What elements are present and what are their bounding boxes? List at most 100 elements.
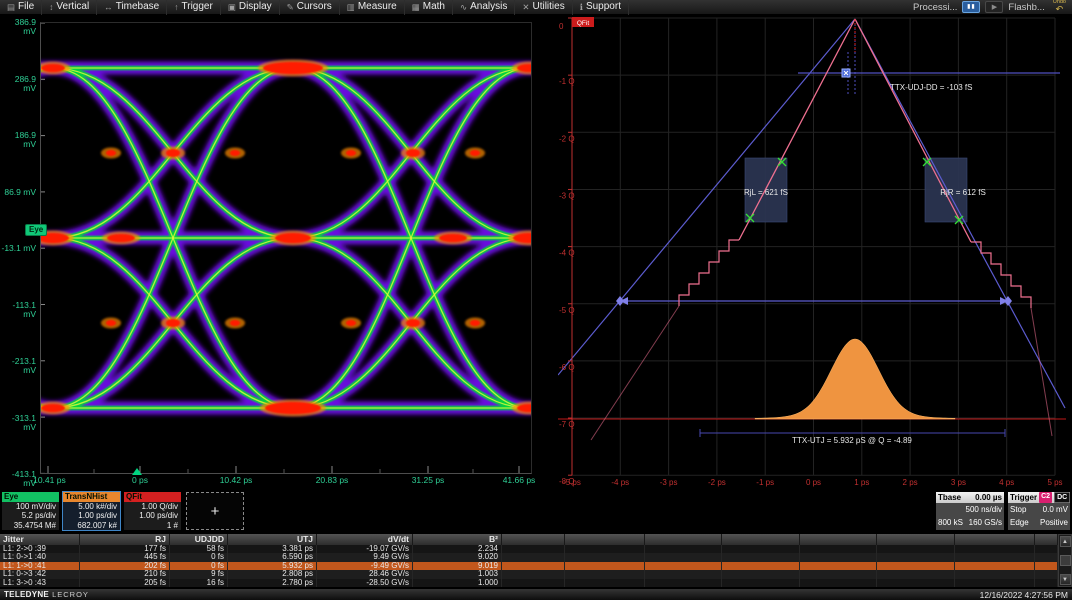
menu-cursors[interactable]: ✎Cursors [280, 0, 340, 15]
descriptor-box-transnhist[interactable]: TransNHist5.00 k#/div1.00 ps/div682.007 … [62, 491, 121, 531]
cell-empty [955, 579, 1035, 587]
cell: 2.234 [413, 545, 502, 553]
cell: -28.50 GV/s [317, 579, 413, 587]
descriptor-box-qfit[interactable]: QFit1.00 Q/div1.00 ps/div1 # [123, 491, 182, 531]
processing-button[interactable]: Processi... [913, 2, 957, 13]
menu-math[interactable]: ▦Math [405, 0, 453, 15]
undo-button[interactable]: Undo ↶ [1050, 0, 1069, 14]
menu-trigger[interactable]: ↑Trigger [167, 0, 221, 15]
descriptor-line: 1.00 Q/div [124, 502, 181, 511]
eye-y-label: 86.9 mV [0, 188, 36, 197]
undo-icon: ↶ [1056, 5, 1064, 14]
trigger-descriptor-box[interactable]: Trigger C2 DC Stop 0.0 mV Edge Positive [1007, 491, 1071, 531]
cell: L1: 1->0 :41 [0, 562, 80, 570]
jitter-x-label: 3 ps [951, 478, 966, 487]
column-header-empty [502, 534, 565, 545]
cell-empty [722, 579, 800, 587]
menu-timebase[interactable]: ↔Timebase [97, 0, 167, 15]
teledyne-lecroy-logo: TELEDYNELECROY [4, 590, 89, 599]
udj-annotation: TTX-UDJ-DD = -103 fS [890, 83, 972, 92]
cell-empty [502, 579, 565, 587]
flashback-button[interactable]: Flashb... [1008, 2, 1044, 13]
jitter-x-label: -3 ps [660, 478, 678, 487]
cell-empty [565, 579, 645, 587]
menu-display[interactable]: ▣Display [221, 0, 280, 15]
cell: 2.780 ps [228, 579, 317, 587]
cursors-menu-icon: ✎ [287, 3, 294, 12]
cell: 1.003 [413, 570, 502, 578]
eye-y-label: 386.9 mV [0, 18, 36, 36]
cell-empty [502, 545, 565, 553]
cell-empty [1035, 545, 1058, 553]
eye-x-label: 31.25 ps [396, 476, 460, 485]
table-row[interactable]: L1: 0->1 :40445 fs0 fs6.590 ps9.49 GV/s9… [0, 553, 1058, 561]
cell-empty [565, 553, 645, 561]
menu-measure[interactable]: ▥Measure [340, 0, 405, 15]
trigger-mode: Stop [1010, 503, 1026, 516]
descriptor-line: 100 mV/div [2, 502, 59, 511]
cell: 202 fs [80, 562, 170, 570]
cell-empty [877, 553, 955, 561]
cell-empty [645, 562, 722, 570]
descriptor-title: Eye [2, 492, 59, 502]
eye-x-label: 20.83 ps [300, 476, 364, 485]
add-trace-button[interactable]: + [186, 492, 244, 530]
brand-primary: TELEDYNE [4, 590, 49, 599]
scroll-down-button[interactable]: ▼ [1060, 574, 1071, 585]
column-header-udjdd[interactable]: UDJDD [170, 534, 228, 545]
trigger-position-marker[interactable] [132, 468, 142, 475]
menu-file[interactable]: ▤File [0, 0, 42, 15]
menu-item-label: Trigger [182, 2, 213, 12]
play-button[interactable]: ▶ [985, 1, 1003, 13]
table-row[interactable]: L1: 1->0 :41202 fs0 fs5.932 ps-9.49 GV/s… [0, 562, 1058, 570]
jitter-y-label: -2 Q [559, 134, 575, 143]
cell: 0 fs [170, 553, 228, 561]
cell-empty [1035, 570, 1058, 578]
eye-plot-svg [41, 23, 531, 473]
table-row[interactable]: L1: 2->0 :39177 fs58 fs3.381 ps-19.07 GV… [0, 545, 1058, 553]
timebase-descriptor-box[interactable]: Tbase 0.00 µs 500 ns/div 800 kS 160 GS/s [935, 491, 1005, 531]
jitter-y-label: -7 Q [559, 420, 575, 429]
pause-icon: ▮▮ [967, 4, 976, 10]
column-header-empty [1035, 534, 1058, 545]
column-header-empty [722, 534, 800, 545]
table-row[interactable]: L1: 0->3 :42210 fs9 fs2.808 ps28.46 GV/s… [0, 570, 1058, 578]
cell: 3.381 ps [228, 545, 317, 553]
jitter-x-label: -1 ps [756, 478, 774, 487]
cell-empty [1035, 562, 1058, 570]
column-header-dv-dt[interactable]: dV/dt [317, 534, 413, 545]
column-header-rj[interactable]: RJ [80, 534, 170, 545]
scroll-up-button[interactable]: ▲ [1060, 536, 1071, 547]
cell-empty [502, 570, 565, 578]
eye-plot[interactable] [40, 22, 532, 474]
pause-button[interactable]: ▮▮ [962, 1, 980, 13]
descriptor-box-eye[interactable]: Eye100 mV/div5.2 ps/div35.4754 M# [1, 491, 60, 531]
menu-item-label: Math [423, 2, 445, 12]
cell: 445 fs [80, 553, 170, 561]
jitter-y-label: -3 Q [559, 191, 575, 200]
eye-trace-badge[interactable]: Eye [25, 224, 47, 236]
cell-empty [645, 570, 722, 578]
table-row[interactable]: L1: 3->0 :43205 fs16 fs2.780 ps-28.50 GV… [0, 579, 1058, 587]
menu-vertical[interactable]: ↕Vertical [42, 0, 97, 15]
menu-analysis[interactable]: ∿Analysis [453, 0, 515, 15]
menu-item-label: Utilities [532, 2, 564, 12]
plus-icon: + [211, 503, 220, 520]
cell-empty [565, 562, 645, 570]
rjr-annotation: RjR = 612 fS [940, 188, 986, 197]
jitter-y-label: -6 Q [559, 363, 575, 372]
menu-item-label: Display [239, 2, 272, 12]
menu-support[interactable]: ℹSupport [573, 0, 629, 15]
column-header-utj[interactable]: UTJ [228, 534, 317, 545]
jitter-plot-svg[interactable]: TTX-UDJ-DD = -103 fSRjL = 621 fSRjR = 61… [558, 16, 1066, 488]
cell-empty [722, 553, 800, 561]
cell: L1: 2->0 :39 [0, 545, 80, 553]
menu-utilities[interactable]: ✕Utilities [515, 0, 572, 15]
column-header-empty [645, 534, 722, 545]
column-header-empty [955, 534, 1035, 545]
cell-empty [800, 579, 877, 587]
column-header-jitter[interactable]: Jitter [0, 534, 80, 545]
jitter-x-label: 4 ps [999, 478, 1014, 487]
scroll-thumb[interactable] [1060, 555, 1071, 566]
column-header-b-[interactable]: B² [413, 534, 502, 545]
